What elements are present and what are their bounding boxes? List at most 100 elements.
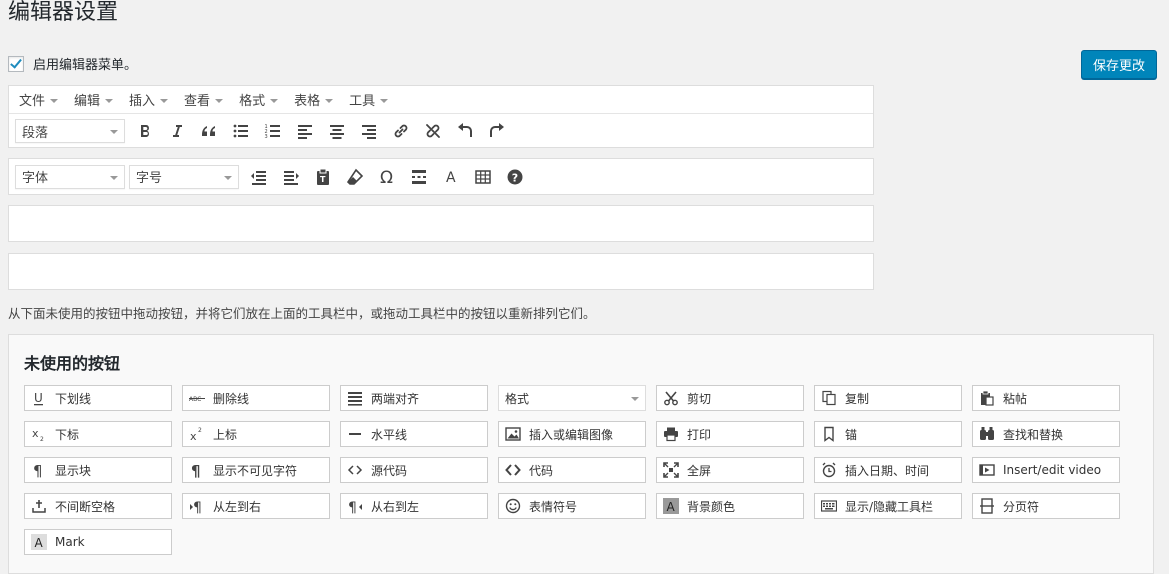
unused-mark-button[interactable]: A Mark (24, 529, 172, 555)
font-family-select[interactable]: 字体 (15, 164, 125, 189)
unused-copy-button[interactable]: 复制 (814, 385, 962, 411)
svg-text:x: x (190, 430, 197, 442)
menu-file[interactable]: 文件 (11, 90, 66, 109)
unused-button-label: 显示/隐藏工具栏 (845, 499, 934, 514)
unused-paste-button[interactable]: 粘帖 (972, 385, 1120, 411)
svg-text:?: ? (512, 171, 518, 184)
unused-button-label: 格式 (505, 391, 530, 406)
unused-emoticon-button[interactable]: 表情符号 (498, 493, 646, 519)
unused-button-label: 两端对齐 (371, 391, 420, 406)
link-button[interactable] (385, 117, 417, 145)
unused-video-button[interactable]: Insert/edit video (972, 457, 1120, 483)
unused-button-label: 显示不可见字符 (213, 463, 298, 478)
help-button[interactable]: ? (499, 163, 531, 191)
italic-button[interactable] (161, 117, 193, 145)
outdent-button[interactable] (243, 163, 275, 191)
menu-format[interactable]: 格式 (231, 90, 286, 109)
undo-button[interactable] (449, 117, 481, 145)
unused-button-label: 剪切 (687, 391, 712, 406)
special-character-button[interactable]: Ω (371, 163, 403, 191)
unused-fullscreen-button[interactable]: 全屏 (656, 457, 804, 483)
format-select[interactable]: 段落 (15, 119, 125, 143)
horizontal-line-icon (347, 426, 363, 442)
font-size-select[interactable]: 字号 (129, 164, 239, 189)
unused-button-label: 下标 (55, 427, 80, 442)
align-left-button[interactable] (289, 117, 321, 145)
unused-image-button[interactable]: 插入或编辑图像 (498, 421, 646, 447)
redo-icon (490, 123, 504, 137)
empty-toolbar-4[interactable] (8, 253, 874, 290)
editor-toolbar-1: 文件 编辑 插入 查看 格式 表格 工具 段落 123 (8, 85, 874, 148)
indent-button[interactable] (275, 163, 307, 191)
blockquote-icon (202, 126, 215, 136)
unused-code-button[interactable]: 代码 (498, 457, 646, 483)
caret-down-icon (325, 98, 334, 103)
unused-clock-button[interactable]: 插入日期、时间 (814, 457, 962, 483)
source-code-icon (347, 462, 363, 478)
numbered-list-button[interactable]: 123 (257, 117, 289, 145)
table-icon (475, 169, 491, 184)
save-button[interactable]: 保存更改 (1081, 50, 1157, 79)
page-break-icon (979, 498, 995, 514)
unused-invisible-chars-button[interactable]: ¶ 显示不可见字符 (182, 457, 330, 483)
unused-button-label: 源代码 (371, 463, 408, 478)
page-title: 编辑器设置 (8, 0, 119, 25)
caret-down-icon (224, 175, 232, 180)
unused-underline-button[interactable]: U 下划线 (24, 385, 172, 411)
unused-ltr-button[interactable]: ¶ 从左到右 (182, 493, 330, 519)
eraser-icon (346, 168, 364, 185)
unused-strikethrough-button[interactable]: ABC 删除线 (182, 385, 330, 411)
read-more-button[interactable] (403, 163, 435, 191)
unused-horizontal-line-button[interactable]: 水平线 (340, 421, 488, 447)
unused-page-break-button[interactable]: 分页符 (972, 493, 1120, 519)
menu-edit[interactable]: 编辑 (66, 90, 121, 109)
unused-anchor-button[interactable]: 锚 (814, 421, 962, 447)
print-icon (663, 426, 679, 442)
enable-menu-label[interactable]: 启用编辑器菜单。 (33, 54, 137, 73)
blockquote-button[interactable] (193, 117, 225, 145)
unused-button-label: 表情符号 (529, 499, 578, 514)
enable-menu-checkbox[interactable] (8, 55, 24, 72)
menubar: 文件 编辑 插入 查看 格式 表格 工具 (9, 86, 873, 114)
unused-keyboard-button[interactable]: 显示/隐藏工具栏 (814, 493, 962, 519)
unused-button-label: 水平线 (371, 427, 408, 442)
clear-formatting-button[interactable] (339, 163, 371, 191)
unused-cut-button[interactable]: 剪切 (656, 385, 804, 411)
caret-down-icon (50, 98, 59, 103)
unused-rtl-button[interactable]: ¶ 从右到左 (340, 493, 488, 519)
caret-down-icon (105, 98, 114, 103)
bullet-list-button[interactable] (225, 117, 257, 145)
menu-insert[interactable]: 插入 (121, 90, 176, 109)
svg-text:2: 2 (198, 427, 202, 434)
align-center-button[interactable] (321, 117, 353, 145)
unused-background-color-button[interactable]: A 背景颜色 (656, 493, 804, 519)
menu-edit-label: 编辑 (74, 94, 101, 109)
menu-insert-label: 插入 (129, 94, 156, 109)
unused-source-code-button[interactable]: 源代码 (340, 457, 488, 483)
video-icon (979, 462, 995, 478)
menu-table[interactable]: 表格 (286, 90, 341, 109)
subscript-icon: x2 (31, 426, 47, 442)
unused-find-replace-button[interactable]: 查找和替换 (972, 421, 1120, 447)
enable-menu-row[interactable]: 启用编辑器菜单。 (8, 54, 137, 73)
unused-align-justify-button[interactable]: 两端对齐 (340, 385, 488, 411)
menu-tools[interactable]: 工具 (341, 90, 396, 109)
bold-button[interactable] (129, 117, 161, 145)
unused-print-button[interactable]: 打印 (656, 421, 804, 447)
redo-button[interactable] (481, 117, 513, 145)
unused-button-label: 复制 (845, 391, 870, 406)
unlink-button[interactable] (417, 117, 449, 145)
table-button[interactable] (467, 163, 499, 191)
menu-view[interactable]: 查看 (176, 90, 231, 109)
align-right-button[interactable] (353, 117, 385, 145)
unused-button-label: Insert/edit video (1003, 463, 1102, 477)
paste-text-button[interactable]: T (307, 163, 339, 191)
unused-superscript-button[interactable]: x 2 上标 (182, 421, 330, 447)
font-size-value: 字号 (136, 171, 163, 186)
unused-format-button[interactable]: 格式 (498, 385, 646, 411)
empty-toolbar-3[interactable] (8, 205, 874, 242)
unused-subscript-button[interactable]: x 2 下标 (24, 421, 172, 447)
text-color-button[interactable]: A (435, 163, 467, 191)
unused-pilcrow-button[interactable]: ¶ 显示块 (24, 457, 172, 483)
unused-nbsp-button[interactable]: 不间断空格 (24, 493, 172, 519)
